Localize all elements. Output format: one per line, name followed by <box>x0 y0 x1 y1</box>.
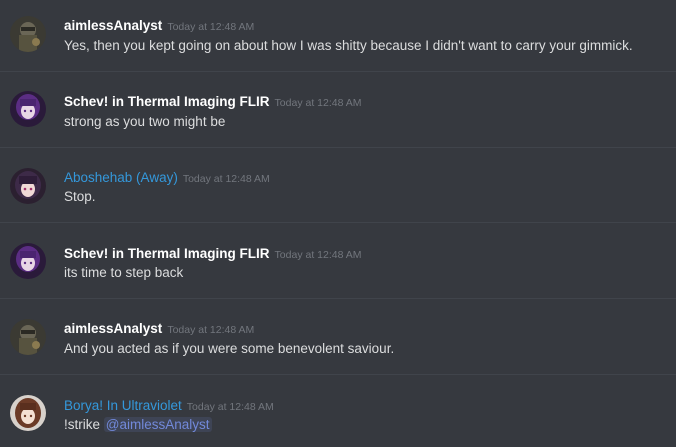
message-text: its time to step back <box>64 265 184 280</box>
message-author[interactable]: Borya! In Ultraviolet <box>64 398 182 413</box>
message-group: Aboshehab (Away) Today at 12:48 AM Stop. <box>0 148 676 223</box>
message-text: Stop. <box>64 189 96 204</box>
soldier-avatar-icon[interactable] <box>10 319 46 355</box>
message-timestamp: Today at 12:48 AM <box>186 401 274 413</box>
user-mention[interactable]: @aimlessAnalyst <box>103 417 212 432</box>
message-author[interactable]: Schev! in Thermal Imaging FLIR <box>64 94 270 109</box>
message-group: aimlessAnalyst Today at 12:48 AM Yes, the… <box>0 0 676 72</box>
message-timestamp: Today at 12:48 AM <box>274 97 362 109</box>
message-group: Schev! in Thermal Imaging FLIR Today at 1… <box>0 223 676 299</box>
chat-messages: aimlessAnalyst Today at 12:48 AM Yes, the… <box>0 0 676 447</box>
message-text: And you acted as if you were some benevo… <box>64 341 395 356</box>
dark-haired-avatar-icon[interactable] <box>10 168 46 204</box>
brown-haired-avatar-icon[interactable] <box>10 395 46 431</box>
message-text-content: !strike <box>64 417 101 432</box>
message-author[interactable]: Schev! in Thermal Imaging FLIR <box>64 246 270 261</box>
message-timestamp: Today at 12:48 AM <box>167 21 255 33</box>
message-author[interactable]: Aboshehab (Away) <box>64 170 178 185</box>
message-text: !strike @aimlessAnalyst <box>64 417 212 432</box>
message-text: strong as you two might be <box>64 114 226 129</box>
message-group: aimlessAnalyst Today at 12:48 AM And you … <box>0 299 676 375</box>
message-timestamp: Today at 12:48 AM <box>182 173 270 185</box>
message-author[interactable]: aimlessAnalyst <box>64 321 162 336</box>
message-group: Schev! in Thermal Imaging FLIR Today at 1… <box>0 72 676 148</box>
message-timestamp: Today at 12:48 AM <box>274 249 362 261</box>
purple-anime-avatar-icon[interactable] <box>10 91 46 127</box>
soldier-avatar-icon[interactable] <box>10 16 46 52</box>
purple-anime-avatar-icon[interactable] <box>10 243 46 279</box>
message-timestamp: Today at 12:48 AM <box>167 324 255 336</box>
message-group: Borya! In Ultraviolet Today at 12:48 AM !… <box>0 375 676 447</box>
message-text: Yes, then you kept going on about how I … <box>64 38 633 53</box>
message-author[interactable]: aimlessAnalyst <box>64 18 162 33</box>
